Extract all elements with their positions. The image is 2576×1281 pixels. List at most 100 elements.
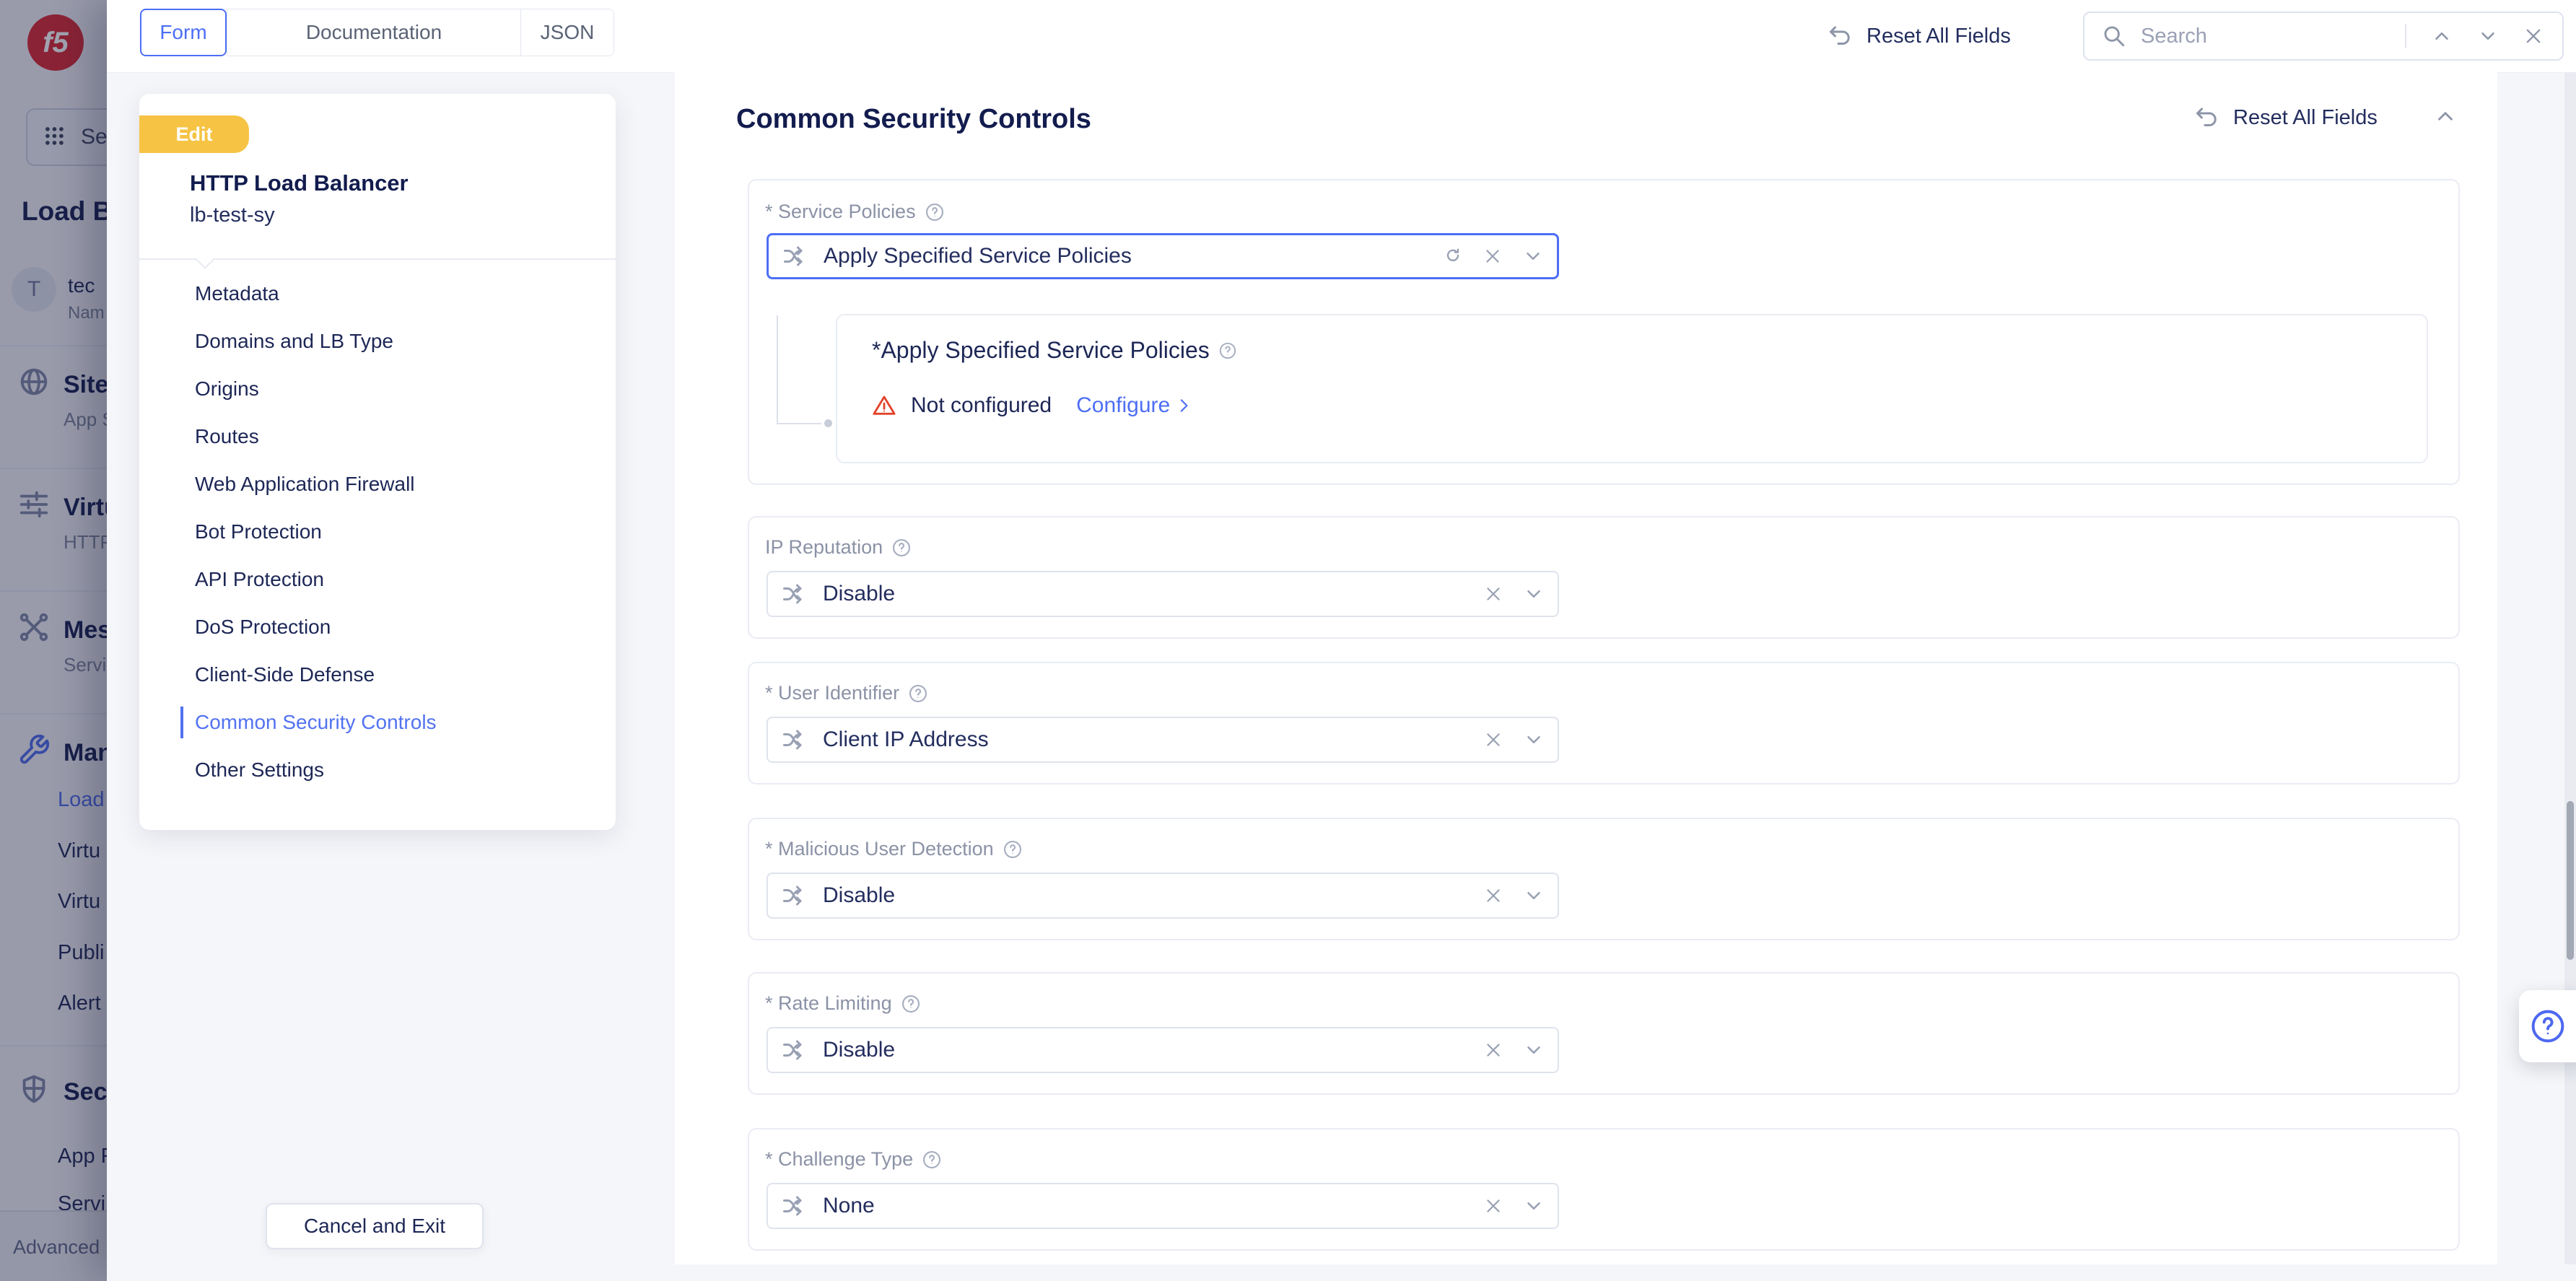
ip-reputation-select[interactable]: Disable [767, 571, 1559, 617]
clear-icon[interactable] [1484, 886, 1503, 905]
chevron-down-icon[interactable] [1523, 885, 1545, 906]
sidebar-link-published[interactable]: Publi [58, 941, 105, 965]
divider [2405, 24, 2406, 48]
sidebar-link-load-balancers[interactable]: Load [58, 788, 105, 812]
nav-item-common-security-controls[interactable]: Common Security Controls [139, 699, 616, 746]
nav-item-domains-lb-type[interactable]: Domains and LB Type [139, 318, 616, 365]
user-identifier-select[interactable]: Client IP Address [767, 717, 1559, 763]
help-circle-icon [2529, 1007, 2567, 1045]
malicious-user-detection-select[interactable]: Disable [767, 873, 1559, 919]
clear-icon[interactable] [1484, 1041, 1503, 1059]
rate-limiting-select[interactable]: Disable [767, 1027, 1559, 1073]
challenge-type-select[interactable]: None [767, 1183, 1559, 1229]
clear-icon[interactable] [1483, 247, 1502, 266]
active-indicator-bar [180, 707, 183, 738]
sidebar-link-virtual-2[interactable]: Virtu [58, 890, 100, 914]
tab-form[interactable]: Form [140, 9, 227, 56]
help-fab[interactable] [2519, 990, 2576, 1062]
nav-item-origins[interactable]: Origins [139, 365, 616, 413]
nav-item-client-side-defense[interactable]: Client-Side Defense [139, 651, 616, 699]
field-label-row: * Challenge Type [765, 1148, 942, 1171]
nested-status-row: Not configured Configure [872, 393, 1193, 418]
help-circle-icon[interactable] [891, 538, 912, 558]
nav-item-bot-protection[interactable]: Bot Protection [139, 508, 616, 556]
field-label-row: * Rate Limiting [765, 992, 921, 1015]
sidebar-item-sites[interactable]: Sites [64, 371, 107, 399]
sidebar-link-app-firewall[interactable]: App F [58, 1145, 107, 1168]
help-circle-icon[interactable] [1003, 839, 1023, 860]
nav-item-waf[interactable]: Web Application Firewall [139, 460, 616, 508]
chevron-down-icon[interactable] [1522, 245, 1544, 267]
cancel-and-exit-button[interactable]: Cancel and Exit [266, 1203, 484, 1249]
nav-item-metadata[interactable]: Metadata [139, 270, 616, 318]
nav-item-api-protection[interactable]: API Protection [139, 556, 616, 603]
tree-connector [777, 315, 778, 424]
clear-icon[interactable] [1484, 1197, 1503, 1215]
section-collapse-icon[interactable] [2433, 104, 2458, 128]
nav-item-routes[interactable]: Routes [139, 413, 616, 460]
nav-item-label: API Protection [195, 568, 324, 591]
service-policies-select[interactable]: Apply Specified Service Policies [767, 233, 1559, 279]
section-reset-all-fields-button[interactable]: Reset All Fields [2194, 92, 2378, 143]
divider [0, 468, 107, 469]
undo-icon [1828, 23, 1854, 49]
warning-icon [872, 393, 896, 418]
search-next-icon[interactable] [2477, 25, 2499, 47]
tab-form-label: Form [160, 21, 206, 44]
search-prev-icon[interactable] [2431, 25, 2453, 47]
help-circle-icon[interactable] [901, 994, 921, 1014]
help-circle-icon[interactable] [922, 1150, 942, 1170]
chevron-down-icon[interactable] [1523, 1039, 1545, 1061]
app-selector-button[interactable]: Sele [26, 108, 107, 166]
tab-documentation[interactable]: Documentation [227, 9, 521, 56]
chevron-right-icon [1174, 396, 1193, 415]
clear-icon[interactable] [1484, 585, 1503, 603]
help-circle-icon[interactable] [925, 202, 945, 222]
configure-link[interactable]: Configure [1076, 393, 1193, 418]
help-circle-icon[interactable] [908, 683, 928, 704]
reset-all-fields-label: Reset All Fields [1866, 25, 2011, 48]
search-close-icon[interactable] [2523, 26, 2544, 46]
edit-badge: Edit [139, 115, 249, 153]
avatar-initial: T [27, 277, 40, 302]
sidebar-link-alerts[interactable]: Alert [58, 992, 101, 1015]
chevron-down-icon[interactable] [1523, 583, 1545, 605]
sidebar-item-mesh[interactable]: Mes [64, 616, 107, 644]
sidebar-item-manage[interactable]: Man [64, 739, 107, 767]
search-input[interactable] [2139, 24, 2405, 49]
sidebar-item-security[interactable]: Secu [64, 1078, 107, 1106]
sliders-icon [17, 488, 51, 521]
tenant-avatar[interactable]: T [12, 267, 56, 312]
sidebar-item-virtual[interactable]: Virtu [64, 494, 107, 522]
reset-all-fields-button[interactable]: Reset All Fields [1828, 0, 2011, 72]
modal-topbar: Form Documentation JSON Reset All Fields [107, 0, 2576, 73]
select-value: Disable [823, 883, 1468, 908]
branch-icon [781, 883, 807, 909]
object-type-title: HTTP Load Balancer [190, 170, 409, 196]
nav-item-dos-protection[interactable]: DoS Protection [139, 603, 616, 651]
sidebar-footer: Advanced [0, 1210, 107, 1281]
object-name: lb-test-sy [190, 204, 275, 227]
search-bar [2083, 12, 2564, 61]
select-value: Disable [823, 1038, 1468, 1062]
advanced-nav-label[interactable]: Advanced [13, 1236, 100, 1259]
branch-icon [781, 1037, 807, 1063]
clear-icon[interactable] [1484, 730, 1503, 749]
app-sidebar: f5 Sele Load Ba T tec Nam Sites App S Vi… [0, 0, 107, 1281]
chevron-down-icon[interactable] [1523, 1195, 1545, 1217]
select-value: Apply Specified Service Policies [824, 244, 1427, 268]
nav-item-label: Domains and LB Type [195, 330, 393, 353]
scrollbar-thumb[interactable] [2567, 801, 2574, 960]
divider [0, 1045, 107, 1046]
field-card-ip-reputation: IP Reputation Disable [748, 516, 2460, 639]
sidebar-link-virtual-1[interactable]: Virtu [58, 839, 100, 863]
refresh-icon[interactable] [1443, 246, 1463, 266]
tab-json[interactable]: JSON [520, 9, 614, 56]
scrollbar-track[interactable] [2564, 72, 2576, 1264]
f5-logo[interactable]: f5 [27, 14, 84, 71]
nav-item-other-settings[interactable]: Other Settings [139, 746, 616, 794]
search-icon [2102, 24, 2126, 48]
chevron-down-icon[interactable] [1523, 729, 1545, 751]
help-circle-icon[interactable] [1218, 341, 1237, 360]
tree-connector [777, 423, 821, 424]
